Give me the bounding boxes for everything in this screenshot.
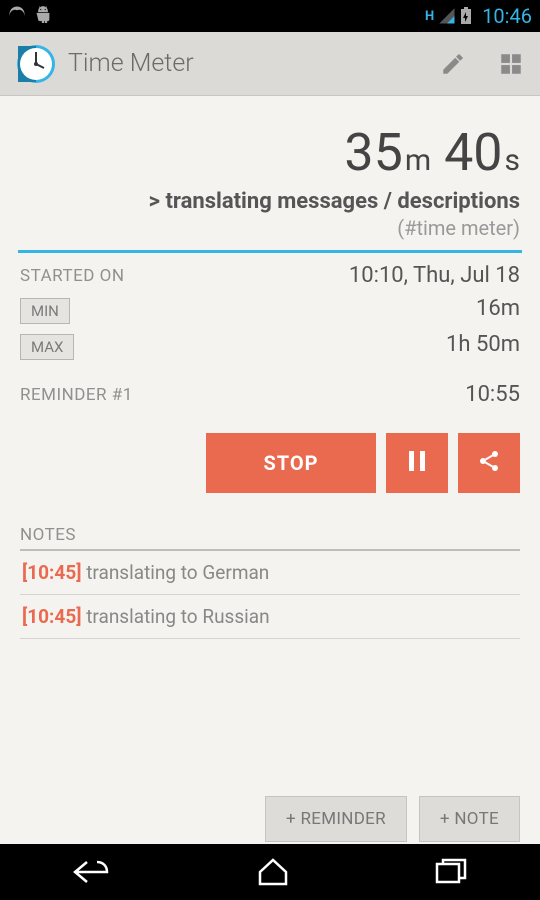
do-not-disturb-icon bbox=[8, 5, 26, 27]
recent-apps-button[interactable] bbox=[435, 858, 467, 886]
action-bar: Time Meter bbox=[0, 32, 540, 96]
signal-icon bbox=[438, 7, 456, 25]
note-text: translating to Russian bbox=[81, 605, 269, 628]
edit-icon[interactable] bbox=[440, 51, 466, 77]
share-icon bbox=[477, 449, 501, 478]
notes-header: NOTES bbox=[20, 525, 520, 551]
status-clock: 10:46 bbox=[482, 4, 532, 28]
seconds-value: 40 bbox=[444, 122, 502, 183]
battery-icon bbox=[460, 7, 472, 25]
note-time: [10:45] bbox=[22, 561, 81, 584]
minutes-value: 35 bbox=[344, 122, 402, 183]
seconds-unit: s bbox=[505, 143, 520, 178]
note-item[interactable]: [10:45] translating to Russian bbox=[20, 595, 520, 639]
task-name-line: > translating messages / descriptions bbox=[20, 189, 520, 214]
add-note-button[interactable]: + NOTE bbox=[419, 796, 520, 842]
pause-button[interactable] bbox=[386, 433, 448, 493]
share-button[interactable] bbox=[458, 433, 520, 493]
add-reminder-button[interactable]: + REMINDER bbox=[265, 796, 407, 842]
reminder-label: REMINDER #1 bbox=[20, 385, 133, 405]
back-button[interactable] bbox=[73, 858, 111, 886]
grid-icon[interactable] bbox=[498, 51, 524, 77]
app-icon bbox=[16, 44, 56, 84]
pause-icon bbox=[407, 449, 427, 478]
max-value: 1h 50m bbox=[446, 332, 520, 357]
network-type: H bbox=[425, 9, 434, 24]
max-button[interactable]: MAX bbox=[20, 334, 74, 360]
min-value: 16m bbox=[476, 296, 520, 321]
task-tag: (#time meter) bbox=[20, 216, 520, 240]
home-button[interactable] bbox=[256, 858, 290, 886]
note-item[interactable]: [10:45] translating to German bbox=[20, 551, 520, 595]
note-text: translating to German bbox=[81, 561, 269, 584]
minutes-unit: m bbox=[405, 143, 431, 178]
android-status-bar: H 10:46 bbox=[0, 0, 540, 32]
reminder-value: 10:55 bbox=[465, 382, 520, 407]
accent-divider bbox=[18, 250, 522, 253]
stop-button[interactable]: STOP bbox=[206, 433, 376, 493]
min-button[interactable]: MIN bbox=[20, 298, 70, 324]
note-time: [10:45] bbox=[22, 605, 81, 628]
android-icon bbox=[34, 5, 52, 27]
started-value: 10:10, Thu, Jul 18 bbox=[349, 263, 520, 288]
app-title: Time Meter bbox=[68, 49, 194, 78]
started-label: STARTED ON bbox=[20, 266, 125, 286]
elapsed-time: 35m 40s bbox=[20, 122, 520, 183]
android-nav-bar bbox=[0, 844, 540, 900]
